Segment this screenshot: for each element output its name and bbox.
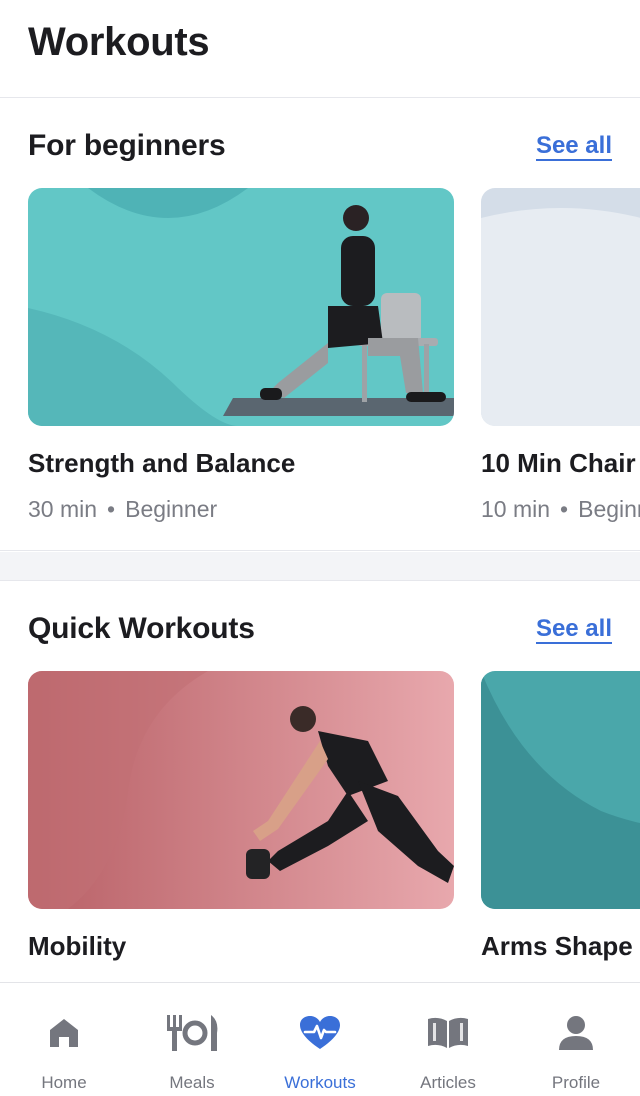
- tab-meals[interactable]: Meals: [128, 983, 256, 1096]
- workout-card-strength-balance[interactable]: Strength and Balance 30 min • Beginner: [28, 188, 454, 522]
- meta-separator: •: [107, 496, 116, 522]
- card-title: 10 Min Chair Workout: [481, 448, 640, 478]
- card-duration: 10 min: [481, 496, 551, 522]
- section-divider: [0, 552, 640, 581]
- workout-card-arms-shape[interactable]: Arms Shape: [481, 671, 640, 981]
- card-meta: 10 min • Beginner: [481, 496, 640, 523]
- workout-card-chair[interactable]: 10 Min Chair Workout 10 min • Beginner: [481, 188, 640, 522]
- page-title: Workouts: [28, 20, 210, 64]
- see-all-link[interactable]: See all: [535, 133, 612, 161]
- card-title: Strength and Balance: [28, 448, 296, 478]
- tab-home[interactable]: Home: [0, 983, 128, 1096]
- book-icon: [426, 1013, 470, 1053]
- tab-label: Home: [41, 1073, 87, 1092]
- tab-label: Workouts: [284, 1073, 356, 1092]
- card-level: Beginner: [578, 496, 640, 522]
- see-all-link[interactable]: See all: [535, 616, 612, 644]
- workout-image: [481, 671, 640, 909]
- workout-image: [28, 671, 454, 909]
- person-icon: [558, 1013, 594, 1053]
- section-title: Quick Workouts: [28, 612, 255, 645]
- tab-profile[interactable]: Profile: [512, 983, 640, 1096]
- home-icon: [47, 1013, 81, 1053]
- section-title: For beginners: [28, 129, 226, 162]
- workout-image: [481, 188, 640, 426]
- tab-workouts[interactable]: Workouts: [256, 983, 384, 1096]
- tab-articles[interactable]: Articles: [384, 983, 512, 1096]
- section-quick-workouts: Quick Workouts See all Mobility Arms Sha…: [0, 582, 640, 982]
- bottom-tab-bar: Home Meals Workouts Articles Profile: [0, 982, 640, 1096]
- section-for-beginners: For beginners See all Strength and Balan…: [0, 99, 640, 551]
- card-title: Arms Shape: [481, 931, 633, 961]
- card-level: Beginner: [125, 496, 218, 522]
- tab-label: Meals: [169, 1073, 215, 1092]
- meta-separator: •: [560, 496, 569, 522]
- card-duration: 30 min: [28, 496, 98, 522]
- tab-label: Profile: [551, 1073, 601, 1092]
- card-title: Mobility: [28, 931, 127, 961]
- card-meta: 30 min • Beginner: [28, 496, 217, 523]
- heart-pulse-icon: [299, 1013, 341, 1053]
- top-header: Workouts: [0, 0, 640, 98]
- tab-label: Articles: [420, 1073, 476, 1092]
- workout-image: [28, 188, 454, 426]
- workout-card-mobility[interactable]: Mobility: [28, 671, 454, 981]
- fork-knife-icon: [164, 1013, 220, 1053]
